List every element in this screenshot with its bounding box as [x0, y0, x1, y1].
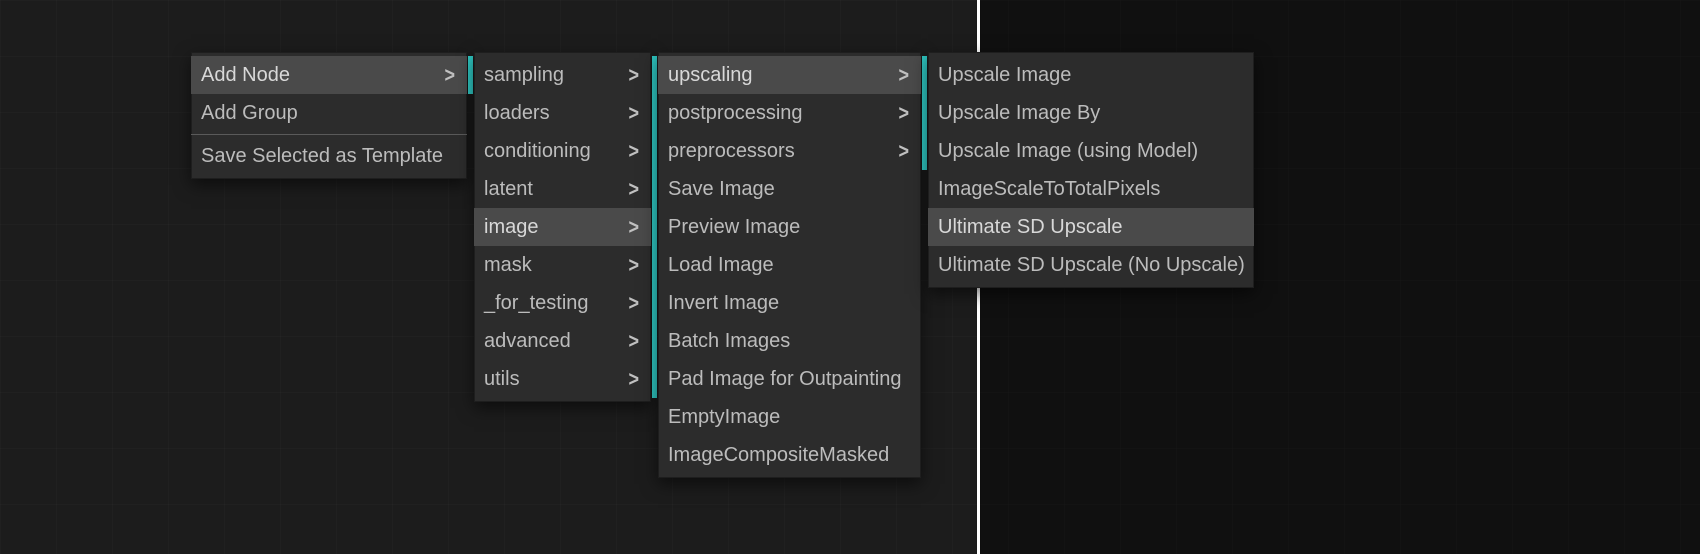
- menu-item-label: Upscale Image (using Model): [938, 141, 1198, 161]
- menu-item-label: image: [484, 217, 538, 237]
- menu-item-upscale-image-by[interactable]: Upscale Image By: [928, 94, 1254, 132]
- menu-item-save-image[interactable]: Save Image: [658, 170, 921, 208]
- chevron-right-icon: >: [444, 64, 455, 86]
- submenu-marker: [652, 170, 657, 208]
- menu-item-save-template[interactable]: Save Selected as Template: [191, 137, 467, 175]
- menu-item-label: sampling: [484, 65, 564, 85]
- submenu-upscaling[interactable]: Upscale Image Upscale Image By Upscale I…: [928, 52, 1254, 288]
- menu-item-label: Ultimate SD Upscale (No Upscale): [938, 255, 1245, 275]
- menu-item-label: conditioning: [484, 141, 591, 161]
- menu-item-label: Add Node: [201, 65, 290, 85]
- menu-item-add-group[interactable]: Add Group: [191, 94, 467, 132]
- menu-item-ultimate-sd-upscale-no-upscale[interactable]: Ultimate SD Upscale (No Upscale): [928, 246, 1254, 284]
- menu-item-label: Add Group: [201, 103, 298, 123]
- menu-item-label: utils: [484, 369, 520, 389]
- menu-item-upscale-image[interactable]: Upscale Image: [928, 56, 1254, 94]
- menu-item-postprocessing[interactable]: postprocessing >: [658, 94, 921, 132]
- submenu-marker: [922, 94, 927, 132]
- menu-item-upscaling[interactable]: upscaling >: [658, 56, 921, 94]
- menu-item-label: Invert Image: [668, 293, 779, 313]
- chevron-right-icon: >: [898, 64, 909, 86]
- menu-item-loaders[interactable]: loaders >: [474, 94, 651, 132]
- submenu-marker: [652, 94, 657, 132]
- menu-item-label: ImageScaleToTotalPixels: [938, 179, 1160, 199]
- submenu-marker: [652, 132, 657, 170]
- submenu-marker: [652, 208, 657, 246]
- menu-item-preview-image[interactable]: Preview Image: [658, 208, 921, 246]
- submenu-marker: [652, 284, 657, 322]
- menu-item-label: Upscale Image: [938, 65, 1071, 85]
- menu-item-label: latent: [484, 179, 533, 199]
- menu-item-label: Batch Images: [668, 331, 790, 351]
- menu-item-empty-image[interactable]: EmptyImage: [658, 398, 921, 436]
- menu-item-conditioning[interactable]: conditioning >: [474, 132, 651, 170]
- submenu-marker: [468, 56, 473, 94]
- menu-item-image[interactable]: image >: [474, 208, 651, 246]
- submenu-marker: [652, 246, 657, 284]
- menu-item-label: Save Image: [668, 179, 775, 199]
- menu-item-ultimate-sd-upscale[interactable]: Ultimate SD Upscale: [928, 208, 1254, 246]
- menu-item-label: mask: [484, 255, 532, 275]
- submenu-marker: [652, 360, 657, 398]
- menu-item-label: Ultimate SD Upscale: [938, 217, 1123, 237]
- menu-item-label: upscaling: [668, 65, 753, 85]
- menu-item-image-scale-total-pixels[interactable]: ImageScaleToTotalPixels: [928, 170, 1254, 208]
- submenu-marker: [652, 56, 657, 94]
- menu-item-label: Pad Image for Outpainting: [668, 369, 901, 389]
- chevron-right-icon: >: [628, 330, 639, 352]
- submenu-marker: [652, 322, 657, 360]
- menu-item-label: Upscale Image By: [938, 103, 1100, 123]
- menu-item-label: Load Image: [668, 255, 774, 275]
- submenu-image[interactable]: upscaling > postprocessing > preprocesso…: [658, 52, 921, 478]
- menu-item-mask[interactable]: mask >: [474, 246, 651, 284]
- menu-item-label: loaders: [484, 103, 550, 123]
- chevron-right-icon: >: [628, 140, 639, 162]
- chevron-right-icon: >: [628, 216, 639, 238]
- menu-item-latent[interactable]: latent >: [474, 170, 651, 208]
- submenu-marker: [922, 56, 927, 94]
- menu-item-for-testing[interactable]: _for_testing >: [474, 284, 651, 322]
- menu-item-label: Save Selected as Template: [201, 146, 443, 166]
- chevron-right-icon: >: [628, 64, 639, 86]
- chevron-right-icon: >: [898, 102, 909, 124]
- submenu-categories[interactable]: sampling > loaders > conditioning > late…: [474, 52, 651, 402]
- menu-divider: [191, 134, 467, 135]
- menu-item-label: advanced: [484, 331, 571, 351]
- menu-item-advanced[interactable]: advanced >: [474, 322, 651, 360]
- menu-item-utils[interactable]: utils >: [474, 360, 651, 398]
- menu-item-pad-outpainting[interactable]: Pad Image for Outpainting: [658, 360, 921, 398]
- menu-item-label: _for_testing: [484, 293, 589, 313]
- menu-item-preprocessors[interactable]: preprocessors >: [658, 132, 921, 170]
- chevron-right-icon: >: [628, 368, 639, 390]
- menu-item-label: EmptyImage: [668, 407, 780, 427]
- menu-item-invert-image[interactable]: Invert Image: [658, 284, 921, 322]
- menu-item-add-node[interactable]: Add Node >: [191, 56, 467, 94]
- menu-item-batch-images[interactable]: Batch Images: [658, 322, 921, 360]
- menu-item-label: ImageCompositeMasked: [668, 445, 889, 465]
- menu-item-label: Preview Image: [668, 217, 800, 237]
- context-menu[interactable]: Add Node > Add Group Save Selected as Te…: [191, 52, 467, 179]
- menu-item-label: postprocessing: [668, 103, 803, 123]
- chevron-right-icon: >: [628, 254, 639, 276]
- menu-item-label: preprocessors: [668, 141, 795, 161]
- chevron-right-icon: >: [898, 140, 909, 162]
- menu-item-sampling[interactable]: sampling >: [474, 56, 651, 94]
- menu-item-upscale-using-model[interactable]: Upscale Image (using Model): [928, 132, 1254, 170]
- chevron-right-icon: >: [628, 292, 639, 314]
- submenu-marker: [922, 132, 927, 170]
- chevron-right-icon: >: [628, 102, 639, 124]
- chevron-right-icon: >: [628, 178, 639, 200]
- menu-item-load-image[interactable]: Load Image: [658, 246, 921, 284]
- menu-item-image-composite-masked[interactable]: ImageCompositeMasked: [658, 436, 921, 474]
